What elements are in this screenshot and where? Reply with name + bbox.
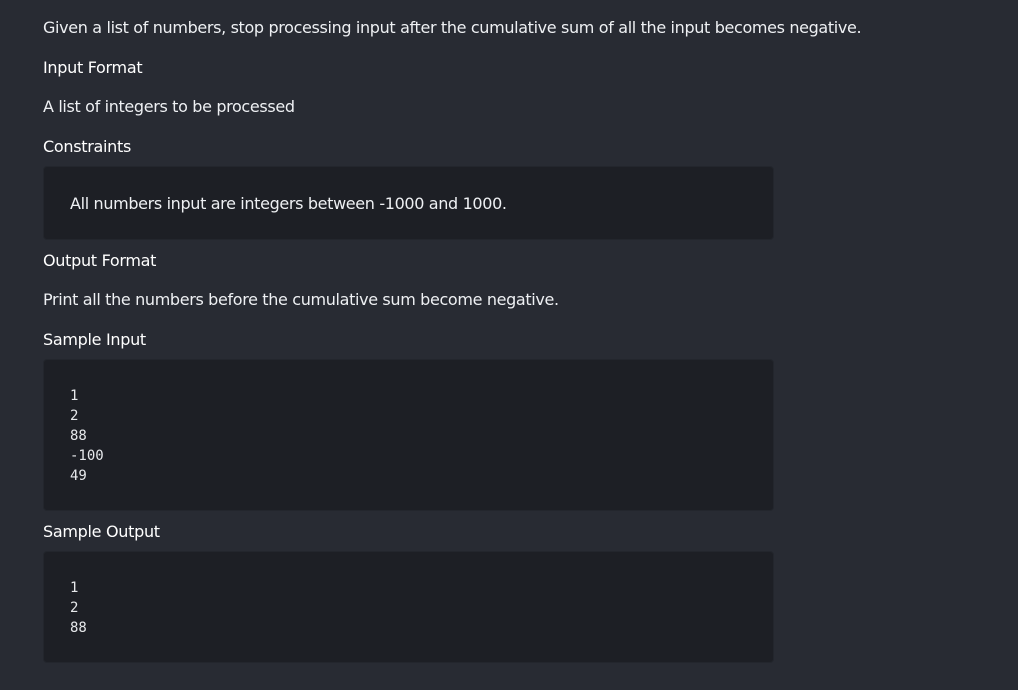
sample-output-box: 1 2 88 bbox=[43, 551, 774, 663]
code-line: 88 bbox=[70, 620, 87, 636]
constraints-text: All numbers input are integers between -… bbox=[70, 194, 507, 213]
code-line: 1 bbox=[70, 580, 79, 596]
sample-output-code: 1 2 88 bbox=[70, 578, 87, 638]
problem-statement: Given a list of numbers, stop processing… bbox=[0, 0, 1018, 690]
constraints-box: All numbers input are integers between -… bbox=[43, 166, 774, 240]
input-format-heading: Input Format bbox=[43, 58, 143, 77]
code-line: 2 bbox=[70, 600, 79, 616]
sample-input-heading: Sample Input bbox=[43, 330, 146, 349]
output-format-heading: Output Format bbox=[43, 251, 157, 270]
constraints-heading: Constraints bbox=[43, 137, 131, 156]
code-line: 49 bbox=[70, 468, 87, 484]
problem-description: Given a list of numbers, stop processing… bbox=[43, 18, 862, 37]
output-format-text: Print all the numbers before the cumulat… bbox=[43, 290, 559, 309]
code-line: 88 bbox=[70, 428, 87, 444]
sample-input-code: 1 2 88 -100 49 bbox=[70, 386, 104, 486]
sample-output-heading: Sample Output bbox=[43, 522, 160, 541]
code-line: 1 bbox=[70, 388, 79, 404]
sample-input-box: 1 2 88 -100 49 bbox=[43, 359, 774, 511]
input-format-text: A list of integers to be processed bbox=[43, 97, 295, 116]
code-line: 2 bbox=[70, 408, 79, 424]
code-line: -100 bbox=[70, 448, 104, 464]
